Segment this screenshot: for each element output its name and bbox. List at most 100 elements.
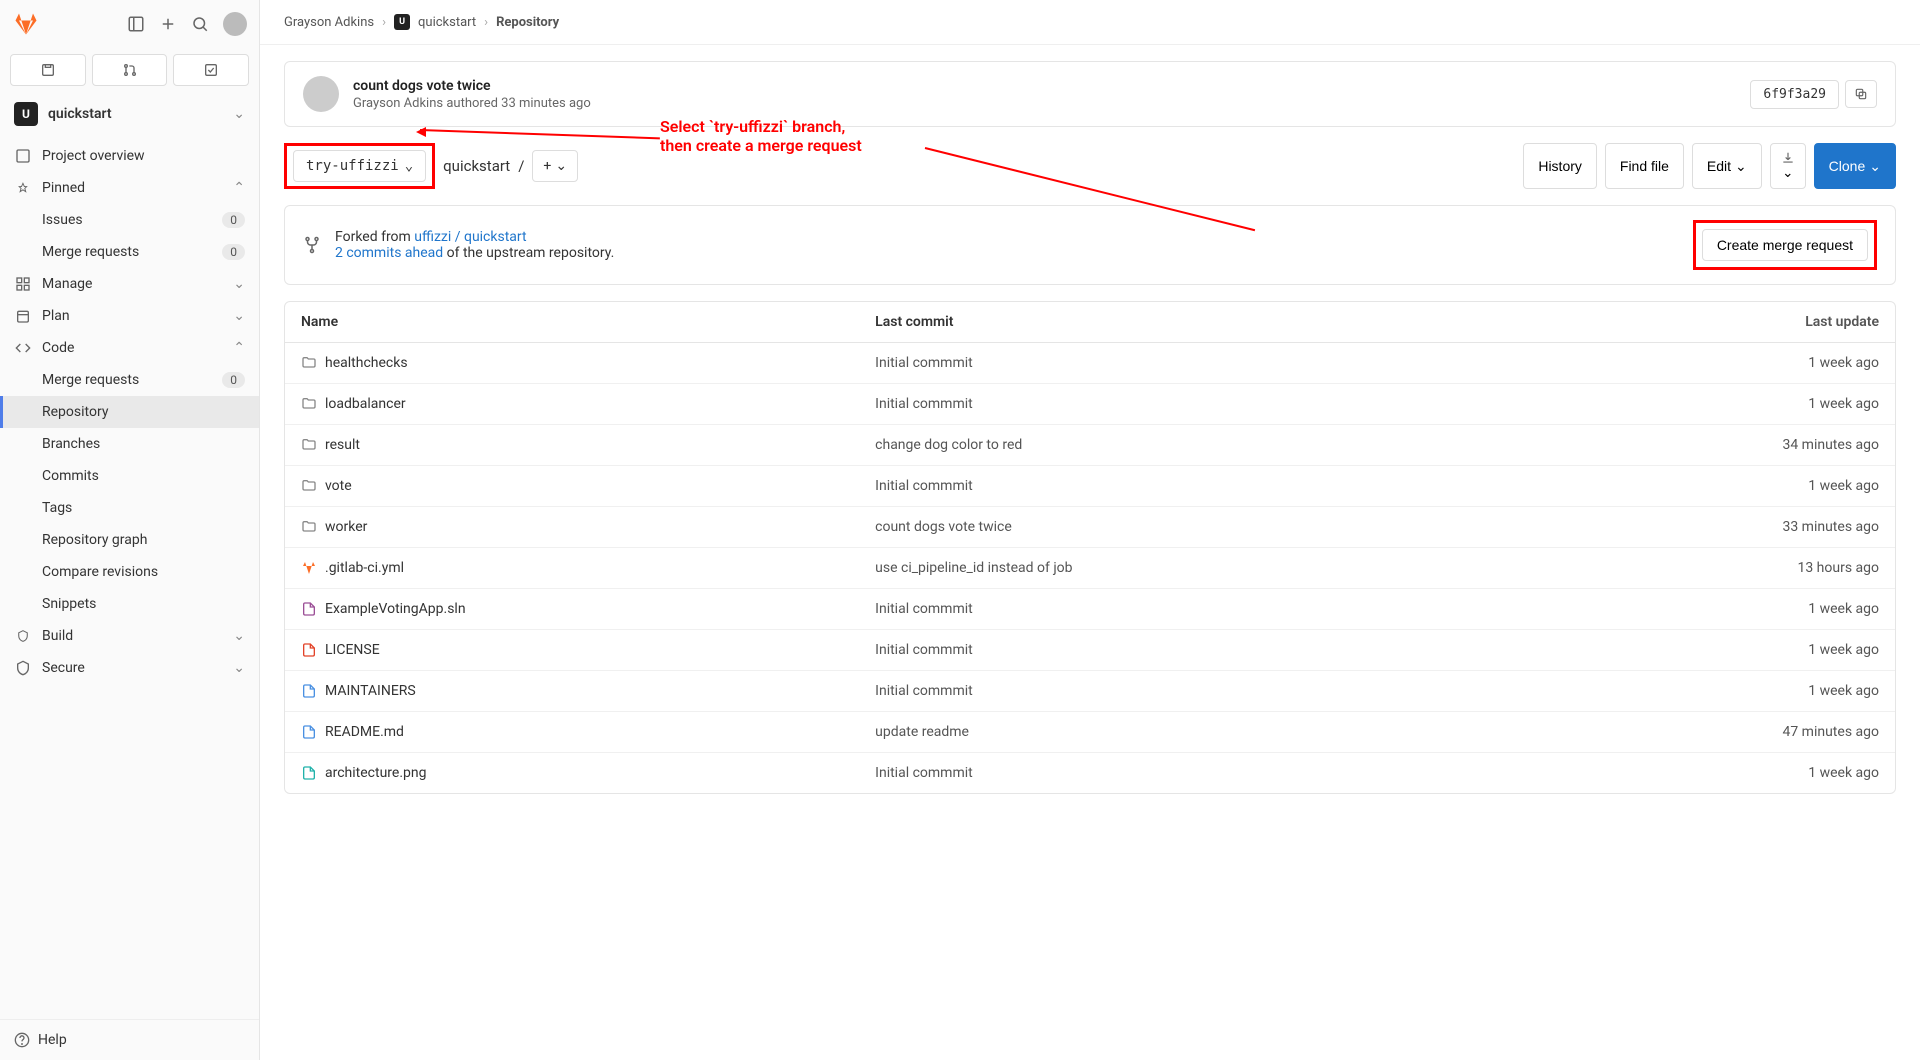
commit-title[interactable]: count dogs vote twice [353, 78, 1736, 94]
mini-todo-icon[interactable] [173, 54, 249, 86]
last-commit-cell[interactable]: change dog color to red [875, 437, 1679, 453]
last-commit-cell[interactable]: Initial commmit [875, 601, 1679, 617]
mini-mr-icon[interactable] [92, 54, 168, 86]
copy-sha-button[interactable] [1845, 80, 1877, 108]
mini-board-icon[interactable] [10, 54, 86, 86]
file-name-cell[interactable]: vote [301, 478, 875, 494]
path-project[interactable]: quickstart [443, 157, 510, 175]
build-icon [14, 628, 32, 644]
last-commit-cell[interactable]: Initial commmit [875, 478, 1679, 494]
commit-author-avatar [303, 76, 339, 112]
breadcrumb-user[interactable]: Grayson Adkins [284, 15, 374, 30]
table-row[interactable]: healthchecks Initial commmit 1 week ago [285, 343, 1895, 384]
manage-icon [14, 276, 32, 292]
project-selector[interactable]: U quickstart ⌄ [0, 92, 259, 136]
nav-code-compare[interactable]: Compare revisions [0, 556, 259, 588]
file-name: architecture.png [325, 765, 427, 781]
nav-build[interactable]: Build ⌄ [0, 620, 259, 652]
fork-icon [303, 236, 321, 254]
nav-code-branches[interactable]: Branches [0, 428, 259, 460]
overview-icon [14, 148, 32, 164]
annotation-arrow [420, 129, 660, 139]
last-update-cell: 34 minutes ago [1679, 437, 1879, 453]
file-name-cell[interactable]: worker [301, 519, 875, 535]
last-commit-cell[interactable]: Initial commmit [875, 355, 1679, 371]
nav-manage[interactable]: Manage ⌄ [0, 268, 259, 300]
panel-icon[interactable] [127, 15, 145, 33]
branch-selector[interactable]: try-uffizzi ⌄ [293, 150, 426, 182]
file-name-cell[interactable]: MAINTAINERS [301, 683, 875, 699]
chevron-down-icon: ⌄ [233, 106, 245, 122]
file-name: result [325, 437, 360, 453]
nav-code-mr[interactable]: Merge requests 0 [0, 364, 259, 396]
plus-icon: + [543, 158, 551, 174]
nav-pinned[interactable]: Pinned ⌃ [0, 172, 259, 204]
nav-pinned-mr[interactable]: Merge requests 0 [0, 236, 259, 268]
table-row[interactable]: worker count dogs vote twice 33 minutes … [285, 507, 1895, 548]
project-name: quickstart [48, 106, 112, 122]
code-icon [14, 340, 32, 356]
last-commit-cell[interactable]: update readme [875, 724, 1679, 740]
user-avatar[interactable] [223, 12, 247, 36]
last-commit-cell[interactable]: use ci_pipeline_id instead of job [875, 560, 1679, 576]
commits-ahead-link[interactable]: 2 commits ahead [335, 245, 443, 261]
last-update-cell: 1 week ago [1679, 642, 1879, 658]
file-name-cell[interactable]: LICENSE [301, 642, 875, 658]
clone-button[interactable]: Clone ⌄ [1814, 143, 1896, 189]
create-mr-button[interactable]: Create merge request [1702, 229, 1868, 261]
help-button[interactable]: Help [0, 1019, 259, 1060]
file-name: LICENSE [325, 642, 380, 658]
search-icon[interactable] [191, 15, 209, 33]
table-row[interactable]: architecture.png Initial commmit 1 week … [285, 753, 1895, 793]
table-row[interactable]: LICENSE Initial commmit 1 week ago [285, 630, 1895, 671]
issues-count-badge: 0 [222, 212, 245, 228]
table-row[interactable]: ExampleVotingApp.sln Initial commmit 1 w… [285, 589, 1895, 630]
plus-icon[interactable] [159, 15, 177, 33]
last-commit-cell[interactable]: Initial commmit [875, 683, 1679, 699]
breadcrumb-project[interactable]: quickstart [418, 15, 476, 30]
file-name-cell[interactable]: loadbalancer [301, 396, 875, 412]
file-name-cell[interactable]: architecture.png [301, 765, 875, 781]
download-button[interactable]: ⌄ [1770, 143, 1806, 189]
gitlab-logo-icon[interactable] [12, 10, 40, 38]
nav-code[interactable]: Code ⌃ [0, 332, 259, 364]
file-name-cell[interactable]: README.md [301, 724, 875, 740]
add-file-button[interactable]: + ⌄ [532, 150, 578, 182]
last-commit-cell[interactable]: count dogs vote twice [875, 519, 1679, 535]
nav-code-snippets[interactable]: Snippets [0, 588, 259, 620]
last-commit-cell[interactable]: Initial commmit [875, 396, 1679, 412]
commit-sha[interactable]: 6f9f3a29 [1750, 80, 1839, 109]
last-commit-cell[interactable]: Initial commmit [875, 765, 1679, 781]
nav-overview[interactable]: Project overview [0, 140, 259, 172]
pin-icon [14, 180, 32, 196]
nav-code-tags[interactable]: Tags [0, 492, 259, 524]
table-row[interactable]: README.md update readme 47 minutes ago [285, 712, 1895, 753]
table-row[interactable]: .gitlab-ci.yml use ci_pipeline_id instea… [285, 548, 1895, 589]
chevron-down-icon: ⌄ [1735, 158, 1747, 174]
file-name-cell[interactable]: result [301, 437, 875, 453]
sidebar: U quickstart ⌄ Project overview Pinned ⌃… [0, 0, 260, 1060]
history-button[interactable]: History [1523, 143, 1597, 189]
last-commit-cell[interactable]: Initial commmit [875, 642, 1679, 658]
file-name-cell[interactable]: healthchecks [301, 355, 875, 371]
find-file-button[interactable]: Find file [1605, 143, 1684, 189]
table-row[interactable]: loadbalancer Initial commmit 1 week ago [285, 384, 1895, 425]
table-row[interactable]: result change dog color to red 34 minute… [285, 425, 1895, 466]
folder-icon [301, 396, 317, 412]
file-name-cell[interactable]: ExampleVotingApp.sln [301, 601, 875, 617]
table-row[interactable]: MAINTAINERS Initial commmit 1 week ago [285, 671, 1895, 712]
breadcrumbs: Grayson Adkins › U quickstart › Reposito… [260, 0, 1920, 45]
file-name-cell[interactable]: .gitlab-ci.yml [301, 560, 875, 576]
nav-code-commits[interactable]: Commits [0, 460, 259, 492]
chevron-down-icon: ⌄ [233, 308, 245, 324]
nav-code-repository[interactable]: Repository [0, 396, 259, 428]
nav-secure[interactable]: Secure ⌄ [0, 652, 259, 684]
table-row[interactable]: vote Initial commmit 1 week ago [285, 466, 1895, 507]
nav-plan[interactable]: Plan ⌄ [0, 300, 259, 332]
help-icon [14, 1032, 30, 1048]
chevron-down-icon: ⌄ [233, 660, 245, 676]
nav-code-graph[interactable]: Repository graph [0, 524, 259, 556]
edit-button[interactable]: Edit ⌄ [1692, 143, 1762, 189]
nav-pinned-issues[interactable]: Issues 0 [0, 204, 259, 236]
fork-source-link[interactable]: uffizzi / quickstart [414, 229, 526, 245]
